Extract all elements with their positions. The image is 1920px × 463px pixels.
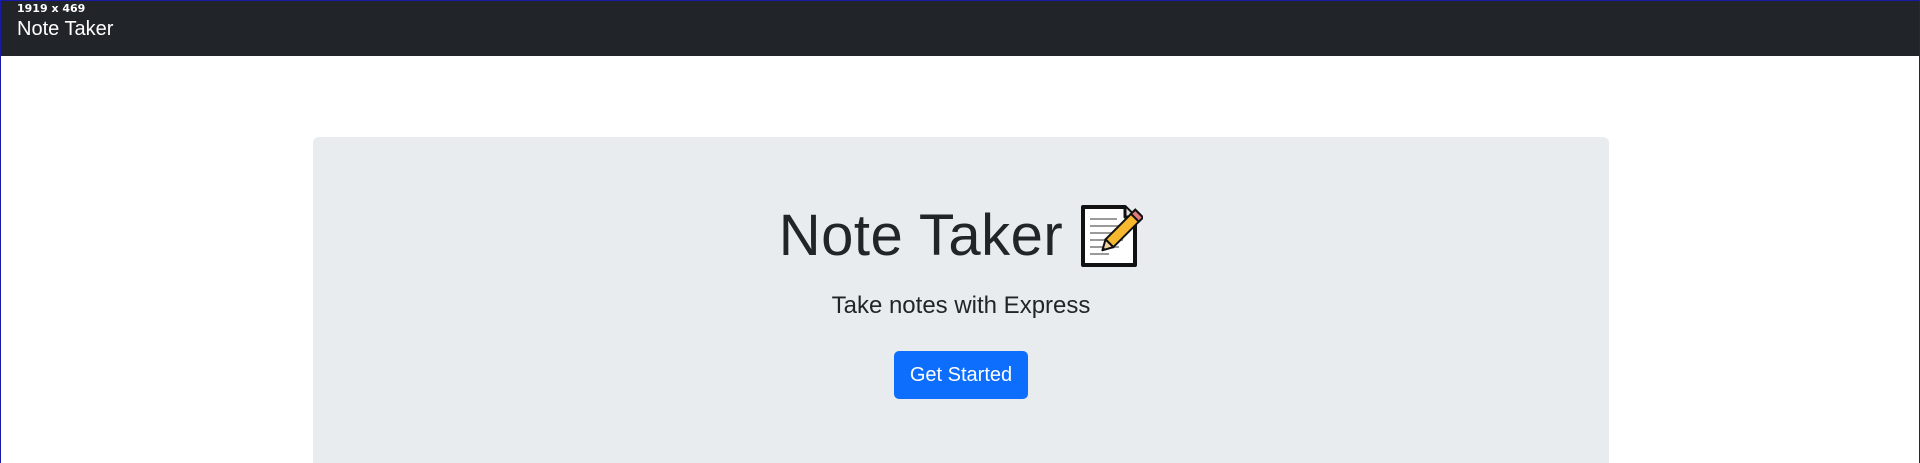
cta-wrapper: Get Started (313, 351, 1609, 399)
hero-subtitle: Take notes with Express (831, 292, 1091, 319)
browser-viewport: 1919 x 469 Note Taker Note Taker Take no… (0, 0, 1920, 463)
navbar-brand-link[interactable]: Note Taker (17, 17, 113, 41)
page-title: Note Taker (778, 203, 1064, 268)
hero-section: Note Taker Take notes with Express Get S… (313, 137, 1609, 463)
navbar: Note Taker (1, 1, 1919, 56)
viewport-size-badge: 1919 x 469 (17, 2, 86, 15)
get-started-button[interactable]: Get Started (894, 351, 1028, 399)
memo-icon (1079, 203, 1145, 269)
hero-title-row: Note Taker (313, 201, 1609, 271)
